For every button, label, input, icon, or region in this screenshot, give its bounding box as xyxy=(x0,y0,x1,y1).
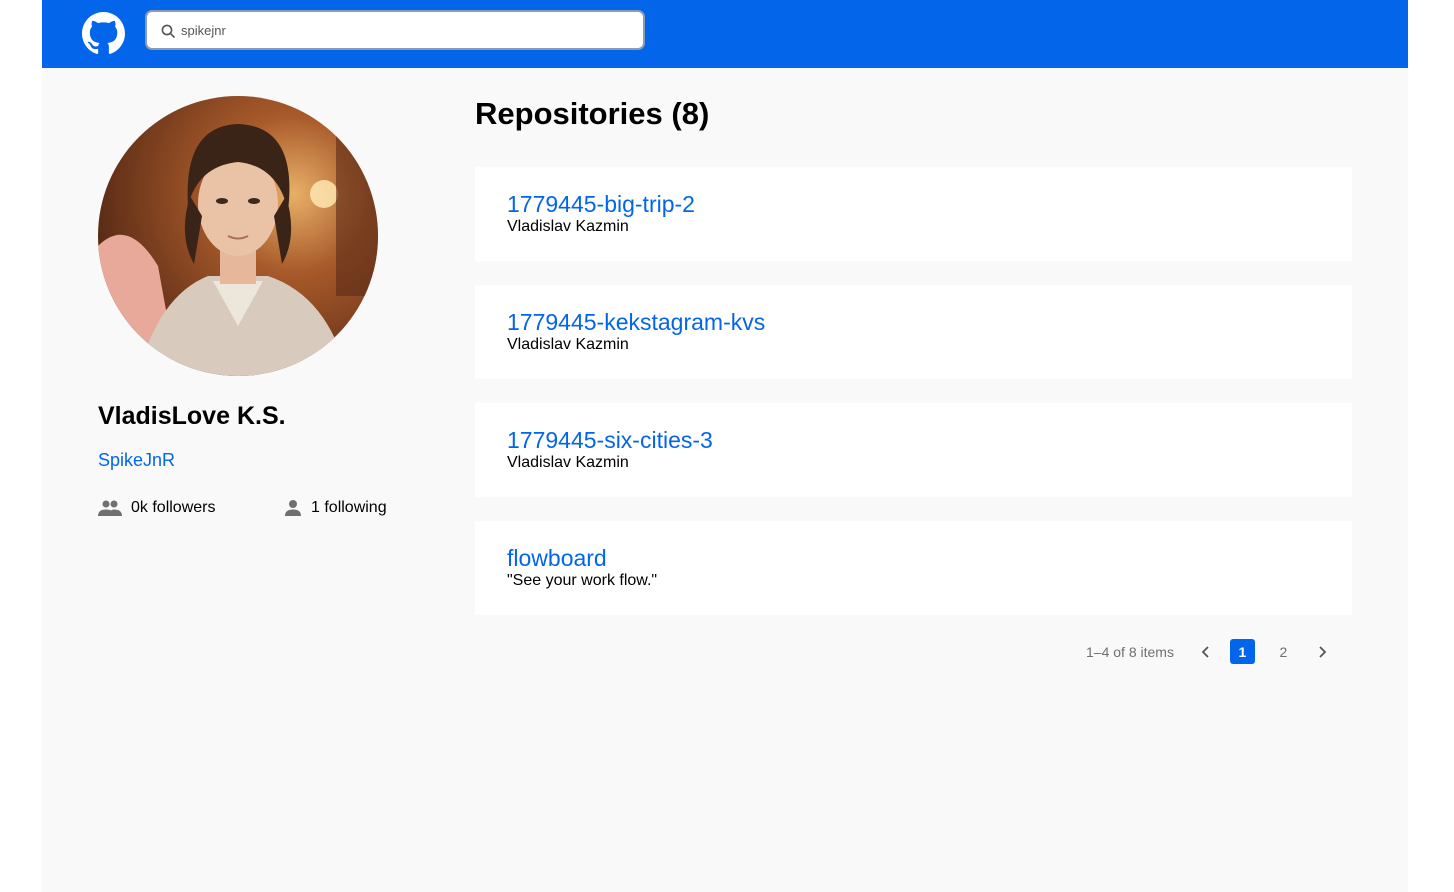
search-icon xyxy=(161,24,175,38)
app: VladisLove K.S. SpikeJnR 0k followers 1 … xyxy=(42,0,1408,892)
chevron-left-icon[interactable] xyxy=(1196,639,1216,664)
repository-link[interactable]: flowboard xyxy=(507,545,1352,571)
chevron-right-icon[interactable] xyxy=(1312,639,1332,664)
profile-name: VladisLove K.S. xyxy=(98,402,286,430)
repository-description: Vladislav Kazmin xyxy=(507,218,629,235)
following-stat: 1 following xyxy=(284,497,387,519)
header xyxy=(42,0,1408,68)
repository-card: flowboard "See your work flow." xyxy=(475,521,1352,615)
following-count: 1 following xyxy=(311,499,387,516)
repository-list: 1779445-big-trip-2 Vladislav Kazmin 1779… xyxy=(475,167,1352,639)
followers-stat: 0k followers xyxy=(98,497,215,519)
repository-card: 1779445-six-cities-3 Vladislav Kazmin xyxy=(475,403,1352,497)
search-box xyxy=(145,10,645,50)
people-icon xyxy=(98,500,122,516)
avatar xyxy=(98,96,378,376)
page-button-1[interactable]: 1 xyxy=(1229,639,1255,664)
person-icon xyxy=(285,500,301,516)
search-input[interactable] xyxy=(181,18,621,42)
repositories-title: Repositories (8) xyxy=(475,96,710,131)
repository-description: Vladislav Kazmin xyxy=(507,454,629,471)
github-logo-icon[interactable] xyxy=(82,12,125,55)
repository-link[interactable]: 1779445-six-cities-3 xyxy=(507,427,1352,453)
repository-card: 1779445-kekstagram-kvs Vladislav Kazmin xyxy=(475,285,1352,379)
pagination-range: 1–4 of 8 items xyxy=(1086,643,1174,660)
page-button-2[interactable]: 2 xyxy=(1271,639,1296,664)
followers-count: 0k followers xyxy=(131,499,216,516)
repository-description: "See your work flow." xyxy=(507,572,658,589)
repository-card: 1779445-big-trip-2 Vladislav Kazmin xyxy=(475,167,1352,261)
profile-login-link[interactable]: SpikeJnR xyxy=(98,450,175,471)
pagination: 1–4 of 8 items 1 2 xyxy=(1086,639,1332,664)
repository-description: Vladislav Kazmin xyxy=(507,336,629,353)
repository-link[interactable]: 1779445-kekstagram-kvs xyxy=(507,309,1352,335)
repository-link[interactable]: 1779445-big-trip-2 xyxy=(507,191,1352,217)
